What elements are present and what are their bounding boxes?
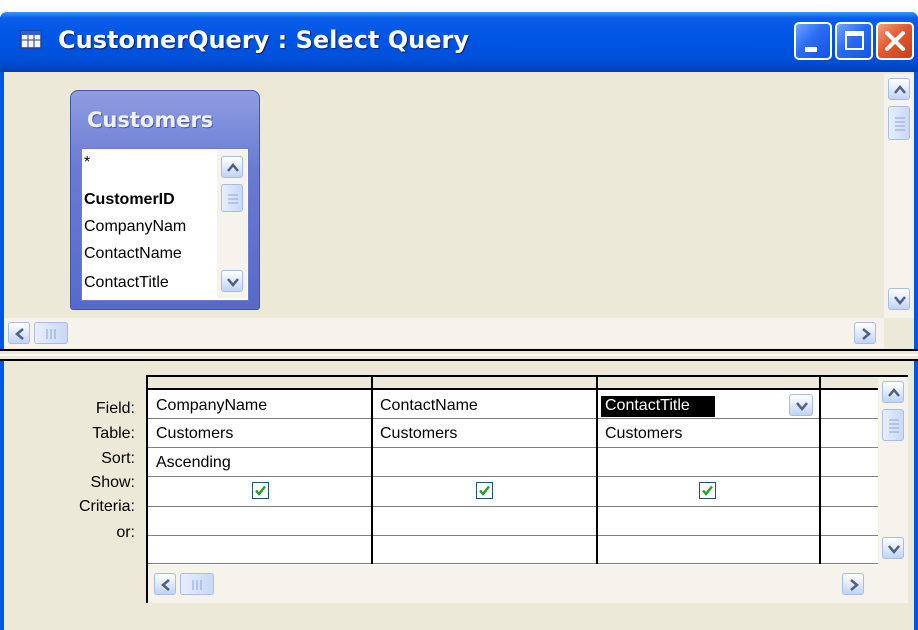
screen-top-strip [0,0,918,12]
checkmark-icon [479,485,490,496]
cell-field-2[interactable]: ContactName [374,393,594,419]
chevron-down-icon [796,402,808,411]
show-checkbox-3[interactable] [699,482,716,499]
chevron-right-icon [850,579,859,591]
field-item-customerid[interactable]: CustomerID [84,188,216,212]
checkmark-icon [702,485,713,496]
field-dropdown-button[interactable] [789,394,813,416]
checkmark-icon [255,485,266,496]
minimize-icon [805,47,817,52]
close-icon [878,24,912,58]
header-divider [148,388,878,390]
chevron-left-icon [161,579,170,591]
window-title: CustomerQuery : Select Query [58,26,469,54]
scroll-thumb[interactable] [180,573,214,595]
grid-line [148,447,878,448]
cell-or-3[interactable] [599,537,817,563]
grid-line [148,506,878,507]
cell-or-2[interactable] [374,537,594,563]
scroll-left-button[interactable] [154,573,176,595]
show-checkbox-2[interactable] [476,482,493,499]
column-divider[interactable] [371,377,373,564]
chevron-down-icon [888,545,900,554]
scroll-right-button[interactable] [842,573,864,595]
maximize-button[interactable] [835,22,873,60]
maximize-icon [845,31,864,50]
cell-sort-2[interactable] [374,450,594,476]
grid-line [148,535,878,536]
scroll-thumb[interactable] [34,322,68,344]
row-label-sort: Sort: [101,450,135,467]
scroll-up-button[interactable] [221,156,243,178]
scroll-down-button[interactable] [221,270,243,292]
scroll-thumb[interactable] [882,409,904,441]
scroll-thumb[interactable] [221,184,243,212]
cell-or-1[interactable] [150,537,370,563]
column-divider[interactable] [819,377,821,564]
cell-criteria-3[interactable] [599,508,817,534]
chevron-left-icon [15,328,24,340]
row-label-show: Show: [90,474,135,491]
cell-field-1[interactable]: CompanyName [150,393,370,419]
row-label-or: or: [116,524,135,541]
table-pane-vscroll[interactable] [884,74,914,318]
query-window-icon[interactable] [19,28,45,52]
pane-splitter[interactable] [0,349,918,361]
cell-field-3[interactable]: ContactTitle [599,393,719,419]
scroll-right-button[interactable] [854,322,876,344]
scroll-up-button[interactable] [888,78,910,100]
field-item-all[interactable]: * [84,151,216,175]
grid-vscroll[interactable] [878,377,908,565]
scroll-left-button[interactable] [8,322,30,344]
field-list-vscroll[interactable] [217,150,247,298]
chevron-up-icon [888,388,900,397]
row-label-table: Table: [92,425,135,442]
row-label-field: Field: [95,400,135,417]
cell-criteria-1[interactable] [150,508,370,534]
scroll-thumb[interactable] [888,106,910,140]
field-list-title: Customers [87,108,214,132]
chevron-down-icon [894,296,906,305]
cell-sort-3[interactable] [599,450,817,476]
close-button[interactable] [876,22,914,60]
chevron-up-icon [894,85,906,94]
cell-criteria-2[interactable] [374,508,594,534]
minimize-button[interactable] [794,22,832,60]
scroll-down-button[interactable] [882,537,904,559]
cell-table-3[interactable]: Customers [599,421,817,447]
chevron-down-icon [227,278,239,287]
cell-table-2[interactable]: Customers [374,421,594,447]
grid-line [148,476,878,477]
grid-hscroll[interactable] [148,565,908,603]
grid-line [148,563,878,564]
column-divider[interactable] [596,377,598,564]
scroll-down-button[interactable] [888,288,910,310]
chevron-right-icon [862,328,871,340]
row-label-criteria: Criteria: [78,498,135,515]
table-pane-hscroll[interactable] [4,318,884,348]
cell-sort-1[interactable]: Ascending [150,450,370,476]
field-item-contacttitle[interactable]: ContactTitle [84,271,216,295]
field-item-contactname[interactable]: ContactName [84,242,216,266]
chevron-up-icon [227,163,239,172]
cell-table-1[interactable]: Customers [150,421,370,447]
show-checkbox-1[interactable] [252,482,269,499]
scroll-up-button[interactable] [882,381,904,403]
field-item-companyname[interactable]: CompanyNam [84,215,216,239]
